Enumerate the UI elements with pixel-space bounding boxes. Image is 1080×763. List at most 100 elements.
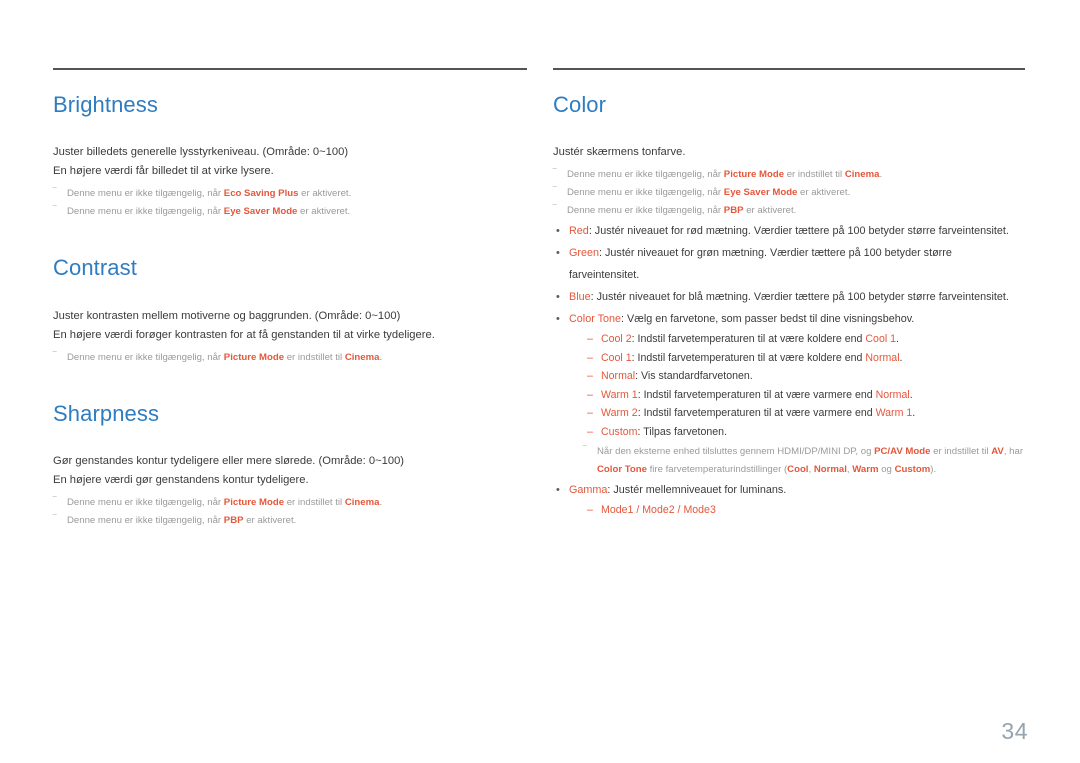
accent-term: Green: [569, 247, 600, 260]
sub-list: – Mode1 / Mode2 / Mode3: [569, 501, 1025, 520]
text-run: er aktiveret.: [243, 514, 297, 526]
section-heading: Contrast: [53, 255, 137, 281]
sub-dash-icon: –: [587, 504, 593, 517]
note-line: ‾ Denne menu er ikke tilgængelig, når PBP…: [553, 202, 1025, 220]
body-paragraph: Juster kontrasten mellem motiverne og ba…: [53, 309, 401, 322]
text-run: Denne menu er ikke tilgængelig, når: [567, 187, 724, 199]
accent-term: Eco Saving Plus: [223, 188, 299, 200]
right-sections-container: Color Justér skærmens tonfarve. ‾ Denne men…: [553, 92, 1025, 520]
note-line: ‾ Denne menu er ikke tilgængelig, når Eco…: [53, 185, 527, 203]
sub-list-item: – Mode1 / Mode2 / Mode3: [587, 501, 1025, 520]
text-run: Denne menu er ikke tilgængelig, når: [67, 496, 224, 508]
section-color: Color Justér skærmens tonfarve. ‾ Denne men…: [553, 92, 1025, 520]
text-run: er aktiveret.: [297, 206, 351, 218]
accent-term: Eye Saver Mode: [223, 206, 298, 218]
accent-term: Cool 1: [865, 333, 897, 346]
text-run: Denne menu er ikke tilgængelig, når: [567, 205, 724, 217]
text-run: Denne menu er ikke tilgængelig, når: [567, 169, 724, 181]
section-contrast: Contrast Juster kontrasten mellem motiver…: [53, 255, 527, 366]
accent-term: Cinema: [344, 496, 380, 508]
accent-term: Color Tone: [597, 464, 647, 476]
accent-term: PBP: [223, 514, 244, 526]
accent-term: Eye Saver Mode: [723, 187, 798, 199]
accent-term: Warm: [852, 464, 879, 476]
text-run: Denne menu er ikke tilgængelig, når: [67, 514, 224, 526]
note-marker-icon: ‾: [53, 350, 57, 362]
sub-list-item: – Warm 2: Indstil farvetemperaturen til a…: [587, 404, 1025, 423]
accent-term: Cool 1: [601, 351, 632, 364]
note-marker-icon: ‾: [53, 495, 57, 507]
sub-list-item: – Warm 1: Indstil farvetemperaturen til a…: [587, 386, 1025, 405]
note-line: ‾ Denne menu er ikke tilgængelig, når Eye…: [53, 203, 527, 221]
accent-term: PC/AV Mode: [874, 446, 931, 458]
text-run: og: [878, 464, 895, 476]
text-run: : Justér mellemniveauet for luminans.: [607, 484, 787, 497]
sub-list: – Cool 2: Indstil farvetemperaturen til a…: [569, 330, 1025, 441]
text-run: : Indstil farvetemperaturen til at være …: [631, 351, 866, 364]
text-run: .: [379, 496, 383, 508]
section-heading: Brightness: [53, 92, 158, 117]
text-run: .: [879, 169, 883, 181]
note-marker-icon: ‾: [53, 513, 57, 525]
sub-list-item: – Custom: Tilpas farvetonen.: [587, 423, 1025, 442]
bullet-dot-icon: •: [556, 225, 560, 238]
left-column: Brightness Juster billedets generelle lys…: [0, 0, 540, 530]
note-marker-icon: ‾: [53, 205, 57, 217]
left-sections-container: Brightness Juster billedets generelle lys…: [53, 92, 527, 530]
text-run: , har: [1003, 446, 1024, 458]
text-run: er indstillet til: [284, 351, 345, 363]
text-run: : Justér niveauet for rød mætning. Værdi…: [588, 225, 1009, 238]
text-run: er aktiveret.: [298, 188, 352, 200]
text-run: : Indstil farvetemperaturen til at være …: [637, 407, 876, 420]
sub-dash-icon: –: [587, 333, 593, 346]
sub-list-item: – Normal: Vis standardfarvetonen.: [587, 367, 1025, 386]
column-rule-right: [553, 68, 1025, 70]
accent-term: Mode1 / Mode2 / Mode3: [601, 504, 716, 517]
section-heading: Color: [553, 92, 607, 117]
accent-term: AV: [991, 446, 1004, 458]
text-run: Denne menu er ikke tilgængelig, når: [67, 206, 224, 218]
bullet-item-color-tone: • Color Tone: Vælg en farvetone, som pass…: [553, 308, 1025, 479]
text-run: .: [896, 333, 899, 346]
accent-term: Custom: [601, 425, 638, 438]
text-run: .: [899, 351, 903, 364]
body-paragraph: En højere værdi får billedet til at virk…: [53, 165, 274, 178]
bullet-dot-icon: •: [556, 313, 560, 326]
sub-dash-icon: –: [587, 407, 593, 420]
text-run: .: [912, 407, 916, 420]
section-sharpness: Sharpness Gør genstandes kontur tydeliger…: [53, 401, 527, 530]
body-paragraph: Gør genstandes kontur tydeligere eller m…: [53, 454, 405, 467]
bullet-item-blue: • Blue: Justér niveauet for blå mætning. …: [553, 286, 1025, 308]
note-marker-icon: ‾: [583, 445, 587, 457]
body-paragraph: Justér skærmens tonfarve.: [553, 146, 686, 159]
note-marker-icon: ‾: [553, 204, 557, 216]
accent-term: Normal: [865, 351, 900, 364]
note-line: ‾ Når den eksterne enhed tilsluttes genne…: [569, 443, 1025, 479]
note-line: ‾ Denne menu er ikke tilgængelig, når PBP…: [53, 512, 527, 530]
accent-term: Cinema: [844, 169, 880, 181]
text-run: er indstillet til: [284, 496, 345, 508]
accent-term: Warm 1: [875, 407, 913, 420]
sub-dash-icon: –: [587, 370, 593, 383]
text-run: : Justér niveauet for blå mætning. Værdi…: [590, 291, 1009, 304]
note-marker-icon: ‾: [53, 187, 57, 199]
text-run: .: [909, 388, 913, 401]
right-column: Color Justér skærmens tonfarve. ‾ Denne men…: [540, 0, 1080, 530]
text-run: Når den eksterne enhed tilsluttes gennem…: [597, 446, 875, 458]
accent-term: Warm 2: [601, 407, 638, 420]
text-run: ).: [930, 464, 937, 476]
accent-term: Custom: [894, 464, 931, 476]
accent-term: Picture Mode: [723, 169, 785, 181]
accent-term: Red: [569, 225, 589, 238]
note-line: ‾ Denne menu er ikke tilgængelig, når Pic…: [553, 166, 1025, 184]
text-run: er indstillet til: [784, 169, 845, 181]
sub-dash-icon: –: [587, 351, 593, 364]
bullet-dot-icon: •: [556, 291, 560, 304]
accent-term: Color Tone: [569, 313, 622, 326]
text-run: : Indstil farvetemperaturen til at være …: [637, 388, 876, 401]
text-run: Denne menu er ikke tilgængelig, når: [67, 351, 224, 363]
text-run: : Justér niveauet for grøn mætning. Værd…: [569, 247, 952, 282]
text-run: .: [379, 351, 383, 363]
body-paragraph: En højere værdi forøger kontrasten for a…: [53, 328, 435, 341]
text-run: : Vælg en farvetone, som passer bedst ti…: [621, 313, 915, 326]
